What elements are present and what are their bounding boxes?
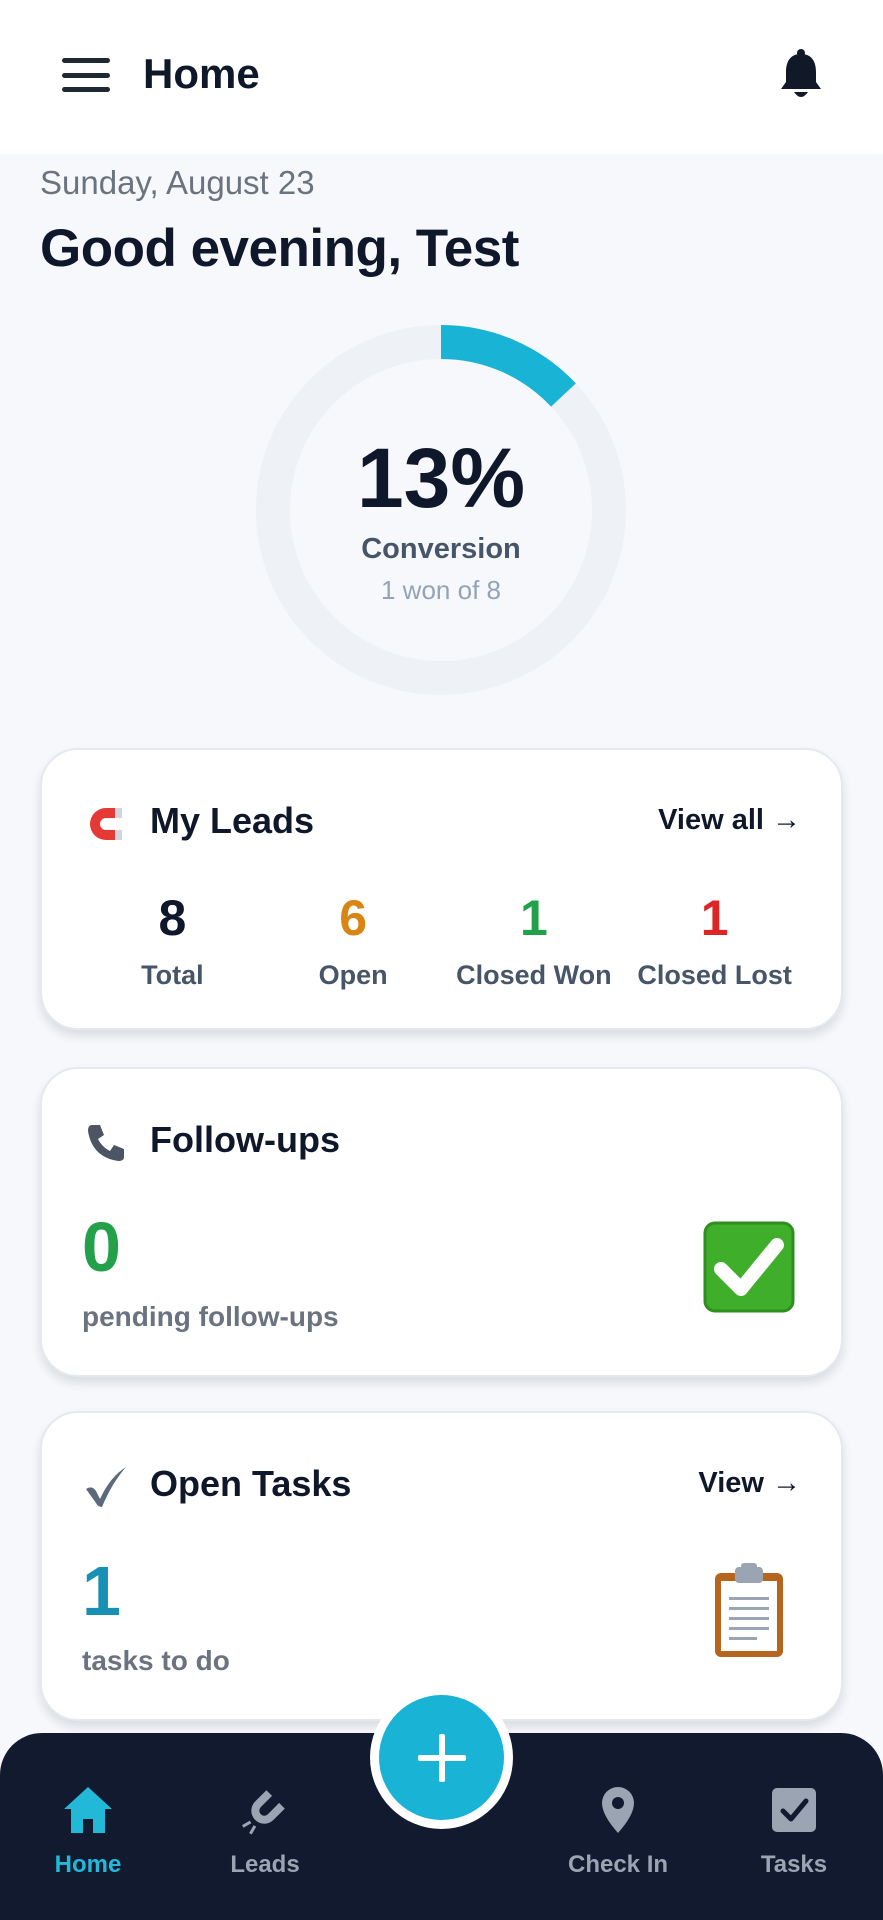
add-fab-button[interactable]	[370, 1686, 513, 1829]
nav-label-leads: Leads	[230, 1851, 300, 1878]
my-leads-title: My Leads	[150, 800, 315, 841]
current-date: Sunday, August 23	[40, 164, 315, 201]
leads-stats: 8 Total 6 Open 1 Closed Won 1 Closed Los…	[82, 890, 805, 991]
magnet-icon	[90, 808, 122, 840]
greeting-message: Good evening, Test	[40, 219, 519, 278]
stat-open[interactable]: 6 Open	[263, 890, 444, 991]
add-fab-inner	[379, 1695, 504, 1820]
stat-closed-won-value: 1	[519, 890, 548, 946]
stat-total-label: Total	[141, 960, 204, 990]
conversion-sub: 1 won of 8	[381, 575, 501, 605]
conversion-ring-progress	[440, 325, 576, 407]
checkmark-icon	[86, 1467, 126, 1507]
follow-ups-card[interactable]: Follow-ups 0 pending follow-ups	[40, 1067, 843, 1377]
nav-item-leads[interactable]: Leads	[195, 1783, 335, 1879]
check-mark-button-icon	[703, 1221, 795, 1313]
follow-ups-title: Follow-ups	[150, 1119, 340, 1160]
open-tasks-count: 1	[82, 1552, 121, 1630]
phone-icon	[88, 1125, 124, 1161]
page-title: Home	[143, 50, 260, 97]
checkbox-icon	[772, 1788, 816, 1832]
nav-label-check-in: Check In	[567, 1851, 669, 1878]
open-tasks-title: Open Tasks	[150, 1463, 352, 1504]
home-icon	[64, 1787, 112, 1833]
conversion-label: Conversion	[361, 533, 521, 565]
clipboard-icon	[715, 1563, 783, 1657]
stat-closed-lost-label: Closed Lost	[637, 960, 792, 990]
nav-item-check-in[interactable]: Check In	[548, 1783, 688, 1879]
nav-label-tasks: Tasks	[760, 1851, 828, 1878]
view-tasks-link[interactable]: View →	[698, 1467, 801, 1500]
open-tasks-label: tasks to do	[82, 1645, 230, 1676]
location-pin-icon	[602, 1787, 634, 1833]
my-leads-card[interactable]: My Leads View all → 8 Total 6 Open 1 Clo…	[40, 748, 843, 1030]
menu-icon[interactable]	[62, 58, 110, 92]
conversion-ring: 13% Conversion 1 won of 8	[256, 325, 626, 695]
magnet-icon	[242, 1790, 285, 1835]
stat-closed-won[interactable]: 1 Closed Won	[444, 890, 625, 991]
stat-closed-lost[interactable]: 1 Closed Lost	[624, 890, 805, 991]
home-screen: Home Sunday, August 23 Good evening, Tes…	[0, 0, 883, 1920]
conversion-percent: 13%	[356, 431, 526, 525]
pending-follow-ups-count: 0	[82, 1208, 121, 1286]
stat-open-label: Open	[318, 960, 388, 990]
nav-item-tasks[interactable]: Tasks	[724, 1783, 864, 1879]
view-all-leads-link[interactable]: View all →	[658, 804, 801, 837]
stat-closed-lost-value: 1	[700, 890, 729, 946]
stat-open-value: 6	[339, 890, 368, 946]
stat-closed-won-label: Closed Won	[456, 960, 612, 990]
stat-total[interactable]: 8 Total	[82, 890, 263, 991]
open-tasks-card[interactable]: Open Tasks View → 1 tasks to do	[40, 1411, 843, 1721]
app-header: Home	[0, 0, 883, 154]
stat-total-value: 8	[158, 890, 187, 946]
plus-icon	[417, 1733, 466, 1782]
nav-label-home: Home	[54, 1851, 122, 1878]
nav-item-home[interactable]: Home	[18, 1783, 158, 1879]
pending-follow-ups-label: pending follow-ups	[82, 1301, 339, 1332]
notification-bell-icon[interactable]	[778, 48, 824, 100]
